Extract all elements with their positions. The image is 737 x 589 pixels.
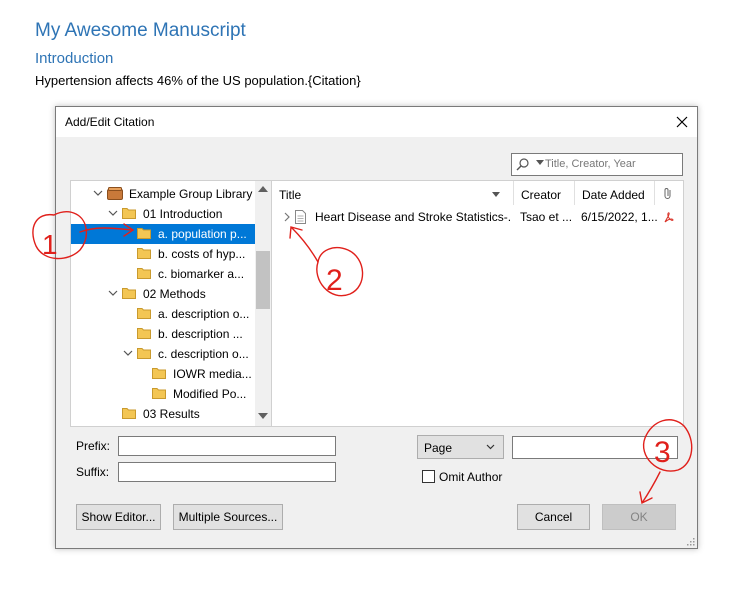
- item-date-added: 6/15/2022, 1...: [581, 210, 657, 224]
- search-box[interactable]: [511, 153, 683, 176]
- tree-item-a-population[interactable]: a. population p...: [71, 224, 255, 244]
- tree-item-label: 02 Methods: [143, 287, 206, 301]
- folder-icon: [137, 248, 151, 259]
- document-icon: [295, 210, 306, 224]
- dialog-title: Add/Edit Citation: [65, 115, 155, 129]
- chevron-down-icon[interactable]: [108, 288, 118, 298]
- folder-icon: [122, 208, 136, 219]
- column-header-attachments[interactable]: [655, 181, 683, 205]
- cancel-button[interactable]: Cancel: [517, 504, 590, 530]
- item-creator: Tsao et ...: [520, 210, 572, 224]
- folder-icon: [137, 308, 151, 319]
- column-header-label: Creator: [521, 188, 562, 202]
- column-header-label: Title: [279, 188, 302, 202]
- locator-selected-value: Page: [424, 441, 453, 455]
- chevron-down-icon: [486, 444, 495, 450]
- tree-item-label: Example Group Library: [129, 187, 253, 201]
- tree-item-label: b. description ...: [158, 327, 243, 341]
- tree-item-a-description[interactable]: a. description o...: [71, 304, 255, 324]
- chevron-down-icon[interactable]: [93, 188, 103, 198]
- tree-scrollbar[interactable]: [255, 181, 271, 426]
- search-input[interactable]: [545, 155, 677, 172]
- add-edit-citation-dialog: Add/Edit Citation Example Group Library …: [55, 106, 698, 549]
- tree-item-01-introduction[interactable]: 01 Introduction: [71, 204, 255, 224]
- tree-item-c-biomarker[interactable]: c. biomarker a...: [71, 264, 255, 284]
- items-list[interactable]: Title Creator Date Added Heart Disease a…: [271, 180, 684, 427]
- column-header-date-added[interactable]: Date Added: [575, 181, 655, 205]
- dialog-titlebar: Add/Edit Citation: [56, 107, 697, 137]
- tree-item-example-group-library[interactable]: Example Group Library: [71, 184, 255, 204]
- locator-input[interactable]: [512, 436, 678, 459]
- scroll-down-icon[interactable]: [258, 413, 268, 419]
- chevron-down-icon[interactable]: [108, 208, 118, 218]
- item-row[interactable]: Heart Disease and Stroke Statistics-... …: [272, 207, 683, 227]
- prefix-label: Prefix:: [76, 439, 111, 453]
- scrollbar-thumb[interactable]: [256, 251, 270, 309]
- search-icon: [516, 158, 529, 171]
- tree-item-label: a. description o...: [158, 307, 250, 321]
- scroll-up-icon[interactable]: [258, 186, 268, 192]
- tree-item-label: a. population p...: [158, 227, 247, 241]
- document-heading: Introduction: [35, 50, 114, 67]
- document-title: My Awesome Manuscript: [35, 20, 246, 41]
- omit-author-label: Omit Author: [439, 470, 503, 484]
- document-body-text[interactable]: Hypertension affects 46% of the US popul…: [35, 73, 361, 88]
- pdf-icon[interactable]: [664, 212, 674, 223]
- tree-item-label: 03 Results: [143, 407, 200, 421]
- tree-item-03-results[interactable]: 03 Results: [71, 404, 255, 424]
- chevron-down-icon[interactable]: [123, 348, 133, 358]
- paperclip-icon: [664, 188, 671, 199]
- folder-icon: [137, 268, 151, 279]
- folder-icon: [122, 408, 136, 419]
- locator-select[interactable]: Page: [417, 435, 504, 459]
- tree-item-modified-po[interactable]: Modified Po...: [71, 384, 255, 404]
- tree-item-b-costs[interactable]: b. costs of hyp...: [71, 244, 255, 264]
- tree-item-iowr-media[interactable]: IOWR media...: [71, 364, 255, 384]
- resize-grip-icon[interactable]: [685, 536, 695, 546]
- tree-item-label: b. costs of hyp...: [158, 247, 246, 261]
- folder-icon: [152, 388, 166, 399]
- tree-item-label: IOWR media...: [173, 367, 252, 381]
- tree-item-label: c. description o...: [158, 347, 249, 361]
- collection-tree[interactable]: Example Group Library 01 Introduction a.…: [70, 180, 272, 427]
- tree-item-label: 01 Introduction: [143, 207, 223, 221]
- item-title: Heart Disease and Stroke Statistics-...: [315, 210, 511, 224]
- folder-icon: [137, 348, 151, 359]
- folder-icon: [137, 228, 151, 239]
- column-header-label: Date Added: [582, 188, 645, 202]
- show-editor-button[interactable]: Show Editor...: [76, 504, 161, 530]
- column-header-creator[interactable]: Creator: [514, 181, 575, 205]
- prefix-input[interactable]: [118, 436, 336, 456]
- multiple-sources-button[interactable]: Multiple Sources...: [173, 504, 283, 530]
- tree-item-c-description[interactable]: c. description o...: [71, 344, 255, 364]
- folder-icon: [122, 288, 136, 299]
- folder-icon: [137, 328, 151, 339]
- library-icon: [107, 187, 123, 200]
- tree-item-b-description[interactable]: b. description ...: [71, 324, 255, 344]
- suffix-input[interactable]: [118, 462, 336, 482]
- suffix-label: Suffix:: [76, 465, 110, 479]
- tree-item-label: c. biomarker a...: [158, 267, 245, 281]
- search-mode-dropdown-icon[interactable]: [536, 160, 544, 165]
- ok-button[interactable]: OK: [602, 504, 676, 530]
- omit-author-checkbox[interactable]: [422, 470, 435, 483]
- tree-item-label: Modified Po...: [173, 387, 247, 401]
- sort-descending-icon: [492, 192, 500, 197]
- chevron-right-icon[interactable]: [283, 212, 291, 222]
- close-button[interactable]: [667, 107, 697, 137]
- folder-icon: [152, 368, 166, 379]
- tree-item-02-methods[interactable]: 02 Methods: [71, 284, 255, 304]
- column-header-title[interactable]: Title: [272, 181, 514, 205]
- close-icon: [676, 116, 688, 128]
